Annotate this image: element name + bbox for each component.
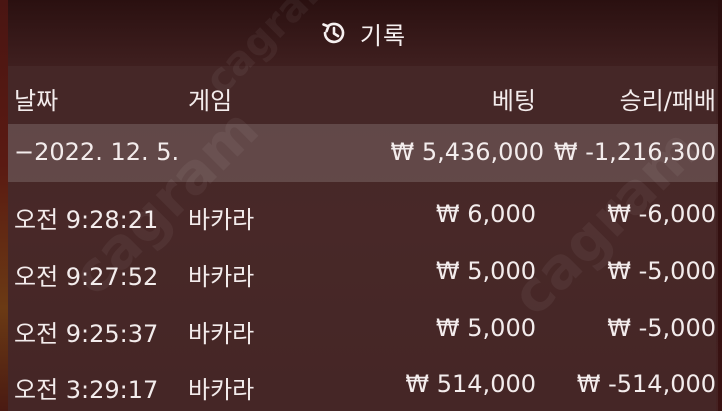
row-time: 오전 9:28:21	[14, 206, 159, 234]
row-time: 오전 9:25:37	[14, 320, 159, 348]
row-winloss: ₩ -5,000	[607, 314, 716, 342]
row-winloss: ₩ -6,000	[607, 200, 716, 228]
history-panel: 기록 날짜 게임 베팅 승리/패배 −2022. 12. 5. ₩ 5,436,…	[8, 0, 718, 411]
table-row[interactable]: 오전 9:25:37 바카라 ₩ 5,000 ₩ -5,000	[8, 300, 718, 356]
history-header: 기록	[8, 0, 718, 66]
table-row[interactable]: 오전 9:28:21 바카라 ₩ 6,000 ₩ -6,000	[8, 186, 718, 242]
column-header-date: 날짜	[14, 87, 59, 115]
column-header-game: 게임	[188, 87, 233, 115]
row-time: 오전 3:29:17	[14, 376, 159, 404]
column-header-winloss: 승리/패배	[619, 87, 716, 115]
row-bet: ₩ 5,000	[435, 257, 536, 285]
row-game: 바카라	[188, 206, 255, 234]
row-winloss: ₩ -5,000	[607, 257, 716, 285]
table-row[interactable]: 오전 9:27:52 바카라 ₩ 5,000 ₩ -5,000	[8, 243, 718, 299]
row-bet: ₩ 514,000	[405, 370, 536, 398]
table-header: 날짜 게임 베팅 승리/패배	[8, 66, 718, 124]
date-group-bet-total: ₩ 5,436,000	[390, 138, 544, 166]
date-group-winloss-total: ₩ -1,216,300	[553, 138, 716, 166]
table-row[interactable]: 오전 3:29:17 바카라 ₩ 514,000 ₩ -514,000	[8, 356, 718, 411]
date-group-label: −2022. 12. 5.	[14, 138, 180, 166]
row-game: 바카라	[188, 320, 255, 348]
row-bet: ₩ 6,000	[435, 200, 536, 228]
page-title: 기록	[359, 21, 407, 50]
date-group-row[interactable]: −2022. 12. 5. ₩ 5,436,000 ₩ -1,216,300	[8, 124, 718, 182]
history-screen: 기록 날짜 게임 베팅 승리/패배 −2022. 12. 5. ₩ 5,436,…	[0, 0, 722, 411]
background-edge-left	[0, 0, 8, 411]
row-time: 오전 9:27:52	[14, 263, 159, 291]
column-header-bet: 베팅	[491, 87, 536, 115]
row-bet: ₩ 5,000	[435, 314, 536, 342]
row-game: 바카라	[188, 376, 255, 404]
history-icon	[320, 19, 348, 47]
row-game: 바카라	[188, 263, 255, 291]
row-winloss: ₩ -514,000	[576, 370, 716, 398]
